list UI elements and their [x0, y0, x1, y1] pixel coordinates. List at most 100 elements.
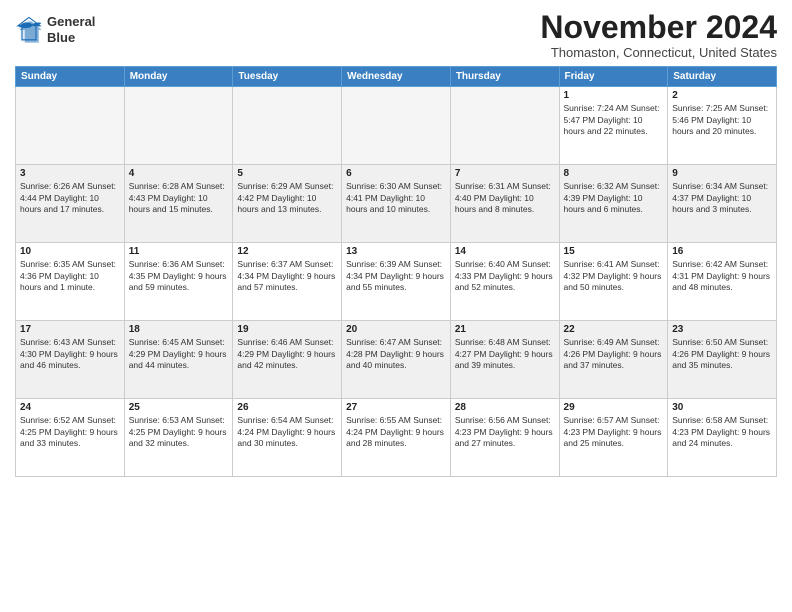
calendar-cell: 7Sunrise: 6:31 AM Sunset: 4:40 PM Daylig…: [450, 165, 559, 243]
day-info: Sunrise: 7:25 AM Sunset: 5:46 PM Dayligh…: [672, 103, 772, 137]
day-info: Sunrise: 6:45 AM Sunset: 4:29 PM Dayligh…: [129, 337, 229, 371]
calendar-header: Sunday Monday Tuesday Wednesday Thursday…: [16, 67, 777, 87]
calendar-cell: [342, 87, 451, 165]
day-info: Sunrise: 6:30 AM Sunset: 4:41 PM Dayligh…: [346, 181, 446, 215]
month-title: November 2024: [540, 10, 777, 45]
calendar-cell: [450, 87, 559, 165]
day-info: Sunrise: 6:54 AM Sunset: 4:24 PM Dayligh…: [237, 415, 337, 449]
calendar: Sunday Monday Tuesday Wednesday Thursday…: [15, 66, 777, 477]
day-number: 1: [564, 90, 664, 101]
calendar-cell: 4 Sunrise: 6:28 AM Sunset: 4:43 PM Daylig…: [124, 165, 233, 243]
day-info: Sunrise: 6:42 AM Sunset: 4:31 PM Dayligh…: [672, 259, 772, 293]
day-number: 20: [346, 324, 446, 335]
day-info: Sunrise: 6:50 AM Sunset: 4:26 PM Dayligh…: [672, 337, 772, 371]
calendar-cell: [124, 87, 233, 165]
day-number: 10: [20, 246, 120, 257]
day-number: 30: [672, 402, 772, 413]
calendar-cell: 29 Sunrise: 6:57 AM Sunset: 4:23 PM Dayli…: [559, 399, 668, 477]
calendar-cell: 17Sunrise: 6:43 AM Sunset: 4:30 PM Dayli…: [16, 321, 125, 399]
day-info: Sunrise: 6:39 AM Sunset: 4:34 PM Dayligh…: [346, 259, 446, 293]
calendar-cell: 8Sunrise: 6:32 AM Sunset: 4:39 PM Daylig…: [559, 165, 668, 243]
calendar-week-3: 10 Sunrise: 6:35 AM Sunset: 4:36 PM Dayli…: [16, 243, 777, 321]
day-info: Sunrise: 6:57 AM Sunset: 4:23 PM Dayligh…: [564, 415, 664, 449]
calendar-cell: 15Sunrise: 6:41 AM Sunset: 4:32 PM Dayli…: [559, 243, 668, 321]
calendar-cell: 19 Sunrise: 6:46 AM Sunset: 4:29 PM Dayli…: [233, 321, 342, 399]
logo-line1: General: [47, 14, 95, 30]
calendar-cell: 18Sunrise: 6:45 AM Sunset: 4:29 PM Dayli…: [124, 321, 233, 399]
calendar-cell: 30Sunrise: 6:58 AM Sunset: 4:23 PM Dayli…: [668, 399, 777, 477]
day-number: 28: [455, 402, 555, 413]
logo-text: General Blue: [47, 14, 95, 45]
logo-line2: Blue: [47, 30, 95, 46]
col-wednesday: Wednesday: [342, 67, 451, 87]
col-sunday: Sunday: [16, 67, 125, 87]
calendar-cell: 10 Sunrise: 6:35 AM Sunset: 4:36 PM Dayli…: [16, 243, 125, 321]
calendar-cell: 9 Sunrise: 6:34 AM Sunset: 4:37 PM Daylig…: [668, 165, 777, 243]
day-number: 12: [237, 246, 337, 257]
page: General Blue November 2024 Thomaston, Co…: [0, 0, 792, 612]
day-number: 7: [455, 168, 555, 179]
day-info: Sunrise: 6:46 AM Sunset: 4:29 PM Dayligh…: [237, 337, 337, 371]
calendar-cell: 14Sunrise: 6:40 AM Sunset: 4:33 PM Dayli…: [450, 243, 559, 321]
day-info: Sunrise: 7:24 AM Sunset: 5:47 PM Dayligh…: [564, 103, 664, 137]
calendar-cell: 24 Sunrise: 6:52 AM Sunset: 4:25 PM Dayli…: [16, 399, 125, 477]
calendar-cell: 22 Sunrise: 6:49 AM Sunset: 4:26 PM Dayli…: [559, 321, 668, 399]
day-number: 5: [237, 168, 337, 179]
col-monday: Monday: [124, 67, 233, 87]
col-thursday: Thursday: [450, 67, 559, 87]
day-info: Sunrise: 6:36 AM Sunset: 4:35 PM Dayligh…: [129, 259, 229, 293]
day-info: Sunrise: 6:37 AM Sunset: 4:34 PM Dayligh…: [237, 259, 337, 293]
day-number: 14: [455, 246, 555, 257]
calendar-week-5: 24 Sunrise: 6:52 AM Sunset: 4:25 PM Dayli…: [16, 399, 777, 477]
day-number: 17: [20, 324, 120, 335]
day-number: 29: [564, 402, 664, 413]
day-info: Sunrise: 6:55 AM Sunset: 4:24 PM Dayligh…: [346, 415, 446, 449]
calendar-week-1: 1 Sunrise: 7:24 AM Sunset: 5:47 PM Daylig…: [16, 87, 777, 165]
header: General Blue November 2024 Thomaston, Co…: [15, 10, 777, 60]
calendar-cell: 21 Sunrise: 6:48 AM Sunset: 4:27 PM Dayli…: [450, 321, 559, 399]
day-number: 21: [455, 324, 555, 335]
day-number: 11: [129, 246, 229, 257]
calendar-cell: 25Sunrise: 6:53 AM Sunset: 4:25 PM Dayli…: [124, 399, 233, 477]
calendar-cell: [233, 87, 342, 165]
calendar-cell: 23 Sunrise: 6:50 AM Sunset: 4:26 PM Dayli…: [668, 321, 777, 399]
day-info: Sunrise: 6:48 AM Sunset: 4:27 PM Dayligh…: [455, 337, 555, 371]
day-number: 3: [20, 168, 120, 179]
day-number: 19: [237, 324, 337, 335]
col-tuesday: Tuesday: [233, 67, 342, 87]
calendar-cell: 20Sunrise: 6:47 AM Sunset: 4:28 PM Dayli…: [342, 321, 451, 399]
calendar-week-4: 17Sunrise: 6:43 AM Sunset: 4:30 PM Dayli…: [16, 321, 777, 399]
day-info: Sunrise: 6:28 AM Sunset: 4:43 PM Dayligh…: [129, 181, 229, 215]
day-number: 2: [672, 90, 772, 101]
calendar-body: 1 Sunrise: 7:24 AM Sunset: 5:47 PM Daylig…: [16, 87, 777, 477]
day-number: 4: [129, 168, 229, 179]
day-info: Sunrise: 6:41 AM Sunset: 4:32 PM Dayligh…: [564, 259, 664, 293]
calendar-cell: 1 Sunrise: 7:24 AM Sunset: 5:47 PM Daylig…: [559, 87, 668, 165]
day-number: 8: [564, 168, 664, 179]
calendar-cell: 12 Sunrise: 6:37 AM Sunset: 4:34 PM Dayli…: [233, 243, 342, 321]
day-number: 6: [346, 168, 446, 179]
day-number: 24: [20, 402, 120, 413]
day-number: 23: [672, 324, 772, 335]
calendar-cell: 26Sunrise: 6:54 AM Sunset: 4:24 PM Dayli…: [233, 399, 342, 477]
header-row: Sunday Monday Tuesday Wednesday Thursday…: [16, 67, 777, 87]
day-number: 13: [346, 246, 446, 257]
location: Thomaston, Connecticut, United States: [540, 45, 777, 60]
calendar-cell: 27Sunrise: 6:55 AM Sunset: 4:24 PM Dayli…: [342, 399, 451, 477]
day-info: Sunrise: 6:29 AM Sunset: 4:42 PM Dayligh…: [237, 181, 337, 215]
day-info: Sunrise: 6:49 AM Sunset: 4:26 PM Dayligh…: [564, 337, 664, 371]
calendar-cell: 6 Sunrise: 6:30 AM Sunset: 4:41 PM Daylig…: [342, 165, 451, 243]
calendar-week-2: 3Sunrise: 6:26 AM Sunset: 4:44 PM Daylig…: [16, 165, 777, 243]
day-number: 22: [564, 324, 664, 335]
day-number: 25: [129, 402, 229, 413]
day-info: Sunrise: 6:52 AM Sunset: 4:25 PM Dayligh…: [20, 415, 120, 449]
logo-icon: [15, 16, 43, 44]
day-info: Sunrise: 6:34 AM Sunset: 4:37 PM Dayligh…: [672, 181, 772, 215]
calendar-cell: 16Sunrise: 6:42 AM Sunset: 4:31 PM Dayli…: [668, 243, 777, 321]
day-info: Sunrise: 6:35 AM Sunset: 4:36 PM Dayligh…: [20, 259, 120, 293]
calendar-cell: 3Sunrise: 6:26 AM Sunset: 4:44 PM Daylig…: [16, 165, 125, 243]
calendar-cell: 5 Sunrise: 6:29 AM Sunset: 4:42 PM Daylig…: [233, 165, 342, 243]
calendar-cell: 13 Sunrise: 6:39 AM Sunset: 4:34 PM Dayli…: [342, 243, 451, 321]
day-number: 9: [672, 168, 772, 179]
calendar-cell: [16, 87, 125, 165]
